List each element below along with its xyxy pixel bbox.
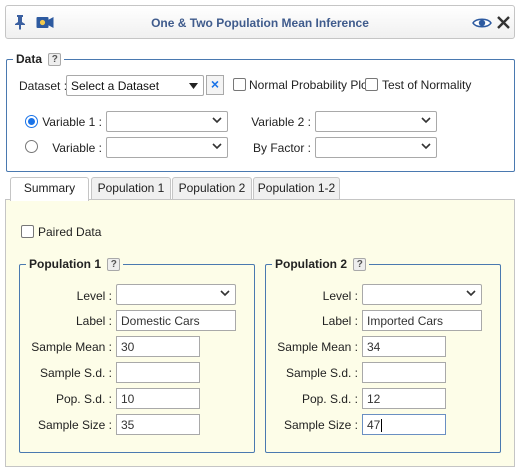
variable1-select[interactable] <box>106 111 228 132</box>
normal-plot-label: Normal Probability Plot <box>249 78 372 92</box>
pop1-sample-sd-input[interactable] <box>116 362 200 383</box>
variable-radio[interactable] <box>25 140 38 153</box>
chevron-down-icon <box>220 290 230 297</box>
pop1-level-select[interactable] <box>116 284 236 305</box>
pop1-label-input[interactable]: Domestic Cars <box>116 310 236 331</box>
pop2-sample-mean-input[interactable]: 34 <box>362 336 446 357</box>
variable1-label: Variable 1 : <box>42 115 102 129</box>
pop2-label-label: Label : <box>321 314 358 328</box>
pop1-sample-mean-input[interactable]: 30 <box>116 336 200 357</box>
pop1-sample-mean-label: Sample Mean : <box>31 340 112 354</box>
pop2-pop-sd-label: Pop. S.d. : <box>301 392 358 406</box>
paired-data-label: Paired Data <box>38 225 102 239</box>
variable-select[interactable] <box>106 137 228 158</box>
pop1-sample-size-label: Sample Size : <box>37 418 112 432</box>
tab-population-1-2[interactable]: Population 1-2 <box>253 177 340 199</box>
triangle-down-icon <box>189 83 198 89</box>
pop2-sample-size-value: 47 <box>367 418 381 432</box>
dataset-select[interactable]: Select a Dataset <box>66 75 204 96</box>
normal-plot-checkbox[interactable] <box>233 78 246 91</box>
pop1-sample-sd-label: Sample S.d. : <box>39 366 112 380</box>
variable1-radio[interactable] <box>25 115 38 128</box>
pop2-level-label: Level : <box>322 289 358 303</box>
variable2-label: Variable 2 : <box>251 115 311 129</box>
dataset-label: Dataset : <box>19 79 68 93</box>
pop1-level-label: Level : <box>76 289 112 303</box>
pop2-sample-size-input[interactable]: 47 <box>362 414 446 435</box>
population1-legend: Population 1 ? <box>26 257 123 272</box>
population1-help-icon[interactable]: ? <box>107 258 121 272</box>
tab-population-1[interactable]: Population 1 <box>91 177 171 199</box>
data-legend: Data ? <box>13 52 64 67</box>
normality-test-checkbox[interactable] <box>365 78 378 91</box>
tab-population-2[interactable]: Population 2 <box>172 177 252 199</box>
close-icon[interactable] <box>497 16 510 32</box>
chevron-down-icon <box>212 117 222 124</box>
eye-icon[interactable] <box>472 17 492 32</box>
by-factor-label: By Factor : <box>252 141 311 155</box>
by-factor-select[interactable] <box>315 137 437 158</box>
pop1-label-label: Label : <box>75 314 112 328</box>
pop1-pop-sd-label: Pop. S.d. : <box>55 392 112 406</box>
text-cursor <box>381 419 383 433</box>
chevron-down-icon <box>421 117 431 124</box>
paired-data-checkbox[interactable] <box>21 225 34 238</box>
chevron-down-icon <box>421 143 431 150</box>
chevron-down-icon <box>466 290 476 297</box>
variable-label: Variable : <box>52 141 102 155</box>
pop1-pop-sd-input[interactable]: 10 <box>116 388 200 409</box>
tab-summary[interactable]: Summary <box>10 177 89 201</box>
pop2-level-select[interactable] <box>362 284 482 305</box>
chevron-down-icon <box>212 143 222 150</box>
pop2-sample-sd-input[interactable] <box>362 362 446 383</box>
clear-dataset-button[interactable]: × <box>206 75 224 95</box>
pop2-sample-sd-label: Sample S.d. : <box>285 366 358 380</box>
title-bar: One & Two Population Mean Inference <box>5 5 515 39</box>
window-title: One & Two Population Mean Inference <box>151 16 369 30</box>
normality-test-label: Test of Normality <box>382 78 472 92</box>
pop2-label-input[interactable]: Imported Cars <box>362 310 482 331</box>
pop1-sample-size-input[interactable]: 35 <box>116 414 200 435</box>
data-help-icon[interactable]: ? <box>48 53 62 67</box>
variable2-select[interactable] <box>315 111 437 132</box>
pop2-sample-size-label: Sample Size : <box>283 418 358 432</box>
pop2-sample-mean-label: Sample Mean : <box>277 340 358 354</box>
pop2-pop-sd-input[interactable]: 12 <box>362 388 446 409</box>
dataset-select-value: Select a Dataset <box>71 79 160 93</box>
population2-legend: Population 2 ? <box>272 257 369 272</box>
population2-help-icon[interactable]: ? <box>353 258 367 272</box>
